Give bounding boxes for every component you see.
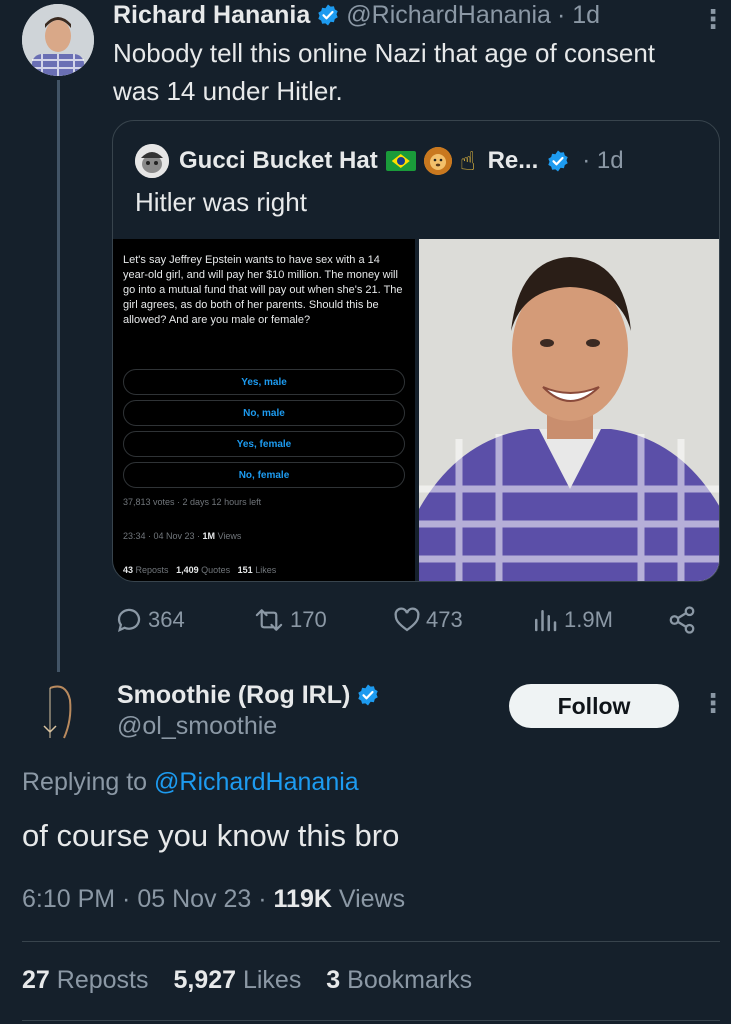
poll-likes-label: Likes: [255, 565, 277, 575]
thread-line: [57, 80, 60, 672]
parent-tweet-actions: 364 170 473 1.9M: [112, 598, 702, 642]
reply-stats-line: 27 Reposts 5,927 Likes 3 Bookmarks: [22, 966, 490, 995]
replying-to-mention[interactable]: @RichardHanania: [154, 768, 359, 796]
poll-option: No, female: [123, 462, 405, 488]
portrait-photo[interactable]: [419, 239, 719, 581]
reply-icon: [117, 608, 141, 632]
poll-likes-count: 151: [237, 565, 253, 575]
analytics-icon: [535, 610, 557, 632]
reply-time[interactable]: 6:10 PM · 05 Nov 23 ·: [22, 885, 274, 913]
poll-screenshot-image[interactable]: Let's say Jeffrey Epstein wants to have …: [113, 239, 415, 581]
poll-stats: 43 Reposts 1,409 Quotes 151 Likes: [123, 565, 276, 575]
poll-votes: 37,813 votes · 2 days 12 hours left: [123, 497, 262, 507]
views-button[interactable]: 1.9M: [530, 598, 613, 642]
verified-badge-icon: [548, 150, 568, 172]
repost-button[interactable]: 170: [252, 598, 327, 642]
tweet-time[interactable]: · 1d: [557, 1, 600, 30]
follow-button[interactable]: Follow: [509, 684, 679, 728]
parent-tweet-header: Richard Hanania @RichardHanania · 1d: [113, 0, 600, 30]
brazil-flag-icon: [385, 151, 416, 171]
replying-to-line: Replying to @RichardHanania: [22, 768, 359, 797]
reply-author-header: Smoothie (Rog IRL): [117, 678, 386, 712]
reply-button[interactable]: 364: [114, 598, 185, 642]
more-options-icon[interactable]: ⋮: [700, 688, 726, 719]
share-button[interactable]: [667, 598, 701, 642]
likes-stat[interactable]: 5,927 Likes: [173, 966, 301, 994]
poll-views-label: Views: [215, 531, 242, 541]
quoted-tweet-header: Gucci Bucket Hat ☝ Re... · 1d: [135, 143, 624, 179]
poll-quotes-count: 1,409: [176, 565, 199, 575]
quoted-tweet-time: · 1d: [582, 147, 624, 174]
heart-icon: [394, 607, 420, 632]
like-button[interactable]: 473: [392, 598, 463, 642]
reply-author-handle[interactable]: @ol_smoothie: [117, 712, 277, 741]
poll-views-count: 1M: [202, 531, 216, 541]
author-handle[interactable]: @RichardHanania: [346, 1, 551, 30]
pointing-up-emoji-icon: ☝: [459, 145, 476, 176]
poll-option: Yes, female: [123, 431, 405, 457]
poll-reposts-label: Reposts: [135, 565, 169, 575]
repost-count: 170: [290, 607, 327, 632]
poll-reposts-count: 43: [123, 565, 134, 575]
poll-option: No, male: [123, 400, 405, 426]
bookmarks-stat[interactable]: 3 Bookmarks: [326, 966, 472, 994]
reply-author-avatar[interactable]: [36, 680, 86, 742]
verified-badge-icon: [358, 684, 379, 706]
quoted-author-avatar: [135, 144, 169, 178]
quoted-author-name[interactable]: Gucci Bucket Hat: [179, 147, 378, 175]
reply-tweet-text: of course you know this bro: [22, 818, 400, 853]
poll-time: 23:34 · 04 Nov 23 ·: [123, 531, 203, 541]
reply-views-count: 119K: [273, 885, 332, 913]
reposts-count: 27: [22, 966, 50, 994]
bookmarks-label: Bookmarks: [347, 966, 473, 994]
replying-prefix: Replying to: [22, 768, 155, 796]
likes-label: Likes: [242, 966, 302, 994]
bookmarks-count: 3: [326, 966, 341, 994]
like-count: 473: [426, 607, 463, 632]
reply-author-name[interactable]: Smoothie (Rog IRL): [117, 681, 350, 710]
poll-timestamp: 23:34 · 04 Nov 23 · 1M Views: [123, 531, 241, 541]
quoted-author-handle[interactable]: Re...: [488, 147, 539, 175]
poll-option: Yes, male: [123, 369, 405, 395]
views-count: 1.9M: [564, 607, 613, 632]
quoted-tweet-card[interactable]: Gucci Bucket Hat ☝ Re... · 1d Hitler was…: [112, 120, 720, 582]
reply-timestamp-line: 6:10 PM · 05 Nov 23 · 119K Views: [22, 885, 405, 914]
reposts-label: Reposts: [56, 966, 149, 994]
repost-icon: [255, 609, 283, 631]
divider: [22, 941, 720, 942]
reply-views-label: Views: [331, 885, 406, 913]
author-name[interactable]: Richard Hanania: [113, 1, 310, 30]
author-avatar[interactable]: [22, 4, 94, 76]
share-icon: [669, 606, 695, 634]
likes-count: 5,927: [173, 966, 236, 994]
divider: [22, 1020, 720, 1021]
reposts-stat[interactable]: 27 Reposts: [22, 966, 148, 994]
quoted-tweet-text: Hitler was right: [135, 187, 307, 217]
more-options-icon[interactable]: ⋮: [700, 4, 726, 35]
reply-count: 364: [148, 607, 185, 632]
verified-badge-icon: [318, 4, 338, 26]
parent-tweet-text: Nobody tell this online Nazi that age of…: [113, 38, 656, 106]
poll-quotes-label: Quotes: [201, 565, 231, 575]
lion-emoji-icon: [423, 147, 452, 175]
poll-question: Let's say Jeffrey Epstein wants to have …: [123, 254, 403, 326]
